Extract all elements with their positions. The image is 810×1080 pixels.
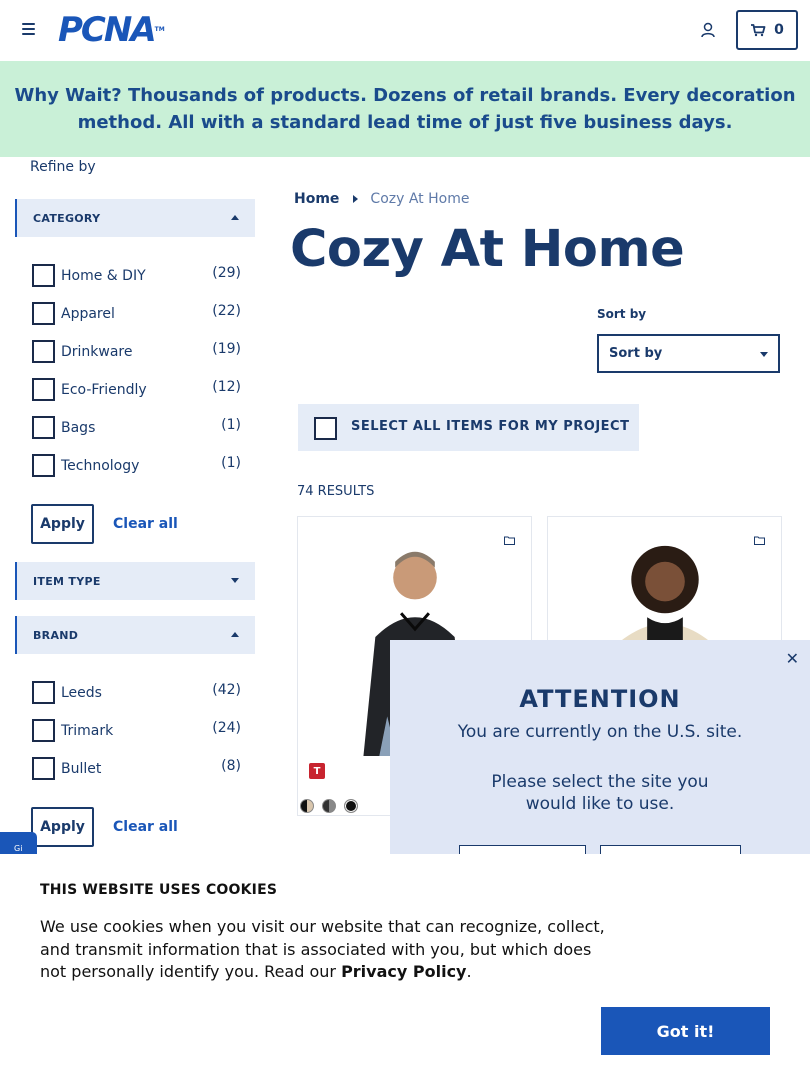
chevron-down-icon: [231, 578, 239, 583]
facet-item[interactable]: Home & DIY (29): [31, 264, 241, 288]
cart-button[interactable]: 0: [736, 10, 798, 50]
privacy-policy-link[interactable]: Privacy Policy: [341, 962, 466, 981]
chevron-right-icon: [353, 195, 359, 203]
facet-item-type-header[interactable]: ITEM TYPE: [15, 562, 255, 600]
promo-banner: Why Wait? Thousands of products. Dozens …: [0, 61, 810, 157]
site-select-modal: ✕ ATTENTION You are currently on the U.S…: [390, 640, 810, 875]
menu-icon[interactable]: [22, 23, 35, 35]
site-logo[interactable]: PCNATM: [58, 13, 165, 47]
category-apply-button[interactable]: Apply: [31, 504, 94, 544]
page-title: Cozy At Home: [290, 220, 685, 279]
brand-clear-all-link[interactable]: Clear all: [113, 819, 178, 835]
checkbox[interactable]: [32, 302, 55, 325]
refine-label: Refine by: [30, 159, 96, 175]
facet-item[interactable]: Technology (1): [31, 454, 241, 478]
facet-item[interactable]: Leeds (42): [31, 681, 241, 705]
cart-count: 0: [774, 22, 784, 38]
select-all-items[interactable]: SELECT ALL ITEMS FOR MY PROJECT: [298, 404, 639, 451]
sort-label: Sort by: [597, 307, 647, 321]
sort-select[interactable]: Sort by: [597, 334, 780, 373]
chevron-up-icon: [231, 632, 239, 637]
breadcrumb: Home Cozy At Home: [294, 191, 469, 207]
cookie-text: We use cookies when you visit our websit…: [40, 917, 605, 981]
modal-message: You are currently on the U.S. site.: [457, 722, 743, 742]
facet-item[interactable]: Eco-Friendly (12): [31, 378, 241, 402]
facet-item[interactable]: Bullet (8): [31, 757, 241, 781]
facet-category-header[interactable]: CATEGORY: [15, 199, 255, 237]
got-it-button[interactable]: Got it!: [601, 1007, 770, 1055]
checkbox[interactable]: [32, 757, 55, 780]
cart-icon: [751, 24, 766, 37]
color-swatches: [300, 799, 358, 813]
facet-item[interactable]: Apparel (22): [31, 302, 241, 326]
checkbox[interactable]: [32, 264, 55, 287]
breadcrumb-current: Cozy At Home: [370, 191, 470, 207]
user-icon[interactable]: [699, 21, 717, 39]
folder-icon[interactable]: [754, 536, 765, 545]
checkbox[interactable]: [32, 340, 55, 363]
checkbox[interactable]: [32, 681, 55, 704]
cookie-title: THIS WEBSITE USES COOKIES: [40, 882, 278, 898]
checkbox[interactable]: [314, 417, 337, 440]
facet-item[interactable]: Drinkware (19): [31, 340, 241, 364]
checkbox[interactable]: [32, 454, 55, 477]
category-clear-all-link[interactable]: Clear all: [113, 516, 178, 532]
facet-brand-header[interactable]: BRAND: [15, 616, 255, 654]
chevron-down-icon: [760, 352, 768, 357]
checkbox[interactable]: [32, 719, 55, 742]
checkbox[interactable]: [32, 378, 55, 401]
swatch[interactable]: [344, 799, 358, 813]
site-header: PCNATM 0: [0, 0, 810, 61]
promo-text: Why Wait? Thousands of products. Dozens …: [14, 85, 796, 133]
facet-item[interactable]: Trimark (24): [31, 719, 241, 743]
modal-title: ATTENTION: [519, 685, 681, 713]
swatch[interactable]: [322, 799, 336, 813]
results-count: 74 RESULTS: [297, 484, 375, 499]
breadcrumb-home[interactable]: Home: [294, 191, 339, 207]
cookie-banner: THIS WEBSITE USES COOKIES We use cookies…: [0, 854, 810, 1080]
swatch[interactable]: [300, 799, 314, 813]
folder-icon[interactable]: [504, 536, 515, 545]
facet-item[interactable]: Bags (1): [31, 416, 241, 440]
brand-badge: T: [309, 763, 325, 779]
modal-instructions: Please select the site you would like to…: [491, 772, 709, 814]
brand-apply-button[interactable]: Apply: [31, 807, 94, 847]
close-icon[interactable]: ✕: [786, 649, 799, 668]
checkbox[interactable]: [32, 416, 55, 439]
chevron-up-icon: [231, 215, 239, 220]
